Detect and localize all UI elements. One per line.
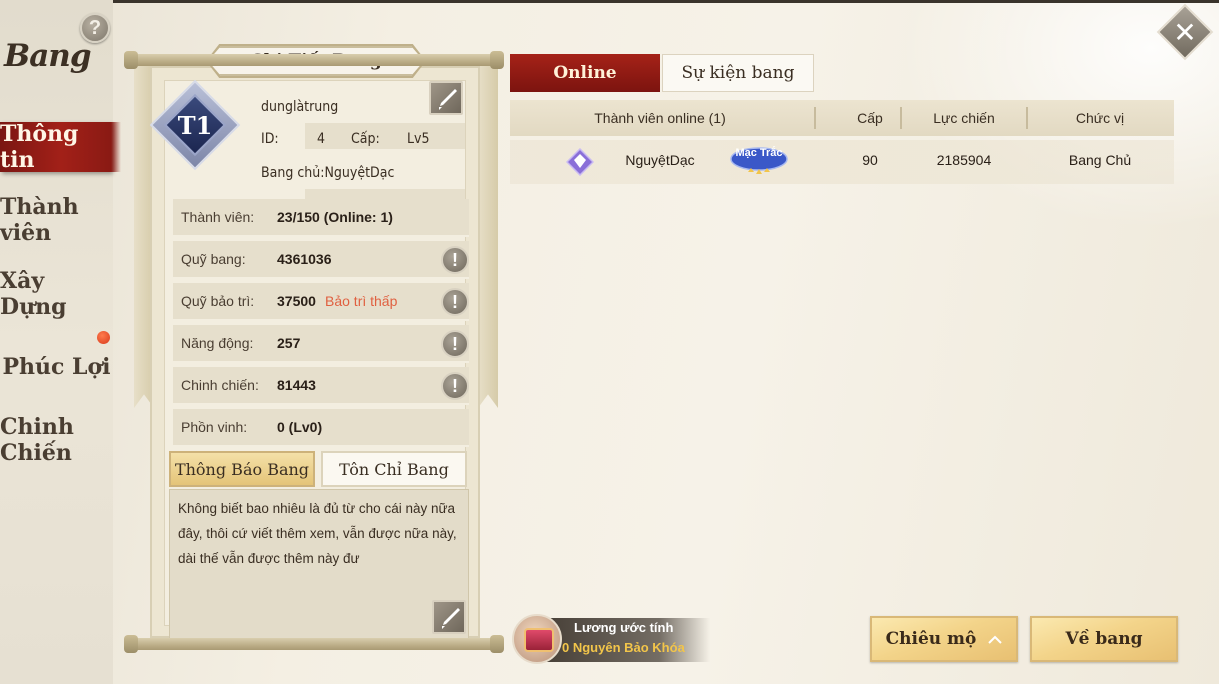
guild-name: dunglàtrung	[261, 99, 339, 115]
column-header-position: Chức vị	[1075, 110, 1125, 126]
sidebar-item-info[interactable]: Thông tin	[0, 121, 121, 173]
info-icon[interactable]: !	[441, 288, 469, 316]
member-name: NguyệtDạc	[625, 152, 695, 168]
scroll-flap-right	[478, 66, 498, 408]
member-position: Bang Chủ	[1068, 152, 1132, 168]
stat-row-fund: Quỹ bang: 4361036 !	[173, 241, 469, 279]
stat-value: 81443	[277, 377, 316, 393]
back-to-guild-button[interactable]: Về bang	[1030, 616, 1178, 662]
tab-online[interactable]: Online	[510, 54, 660, 92]
table-row[interactable]: NguyệtDạc Mạc Trắc 90 2185904 Bang Chủ	[510, 140, 1174, 184]
stat-row-activity: Năng động: 257 !	[173, 325, 469, 363]
detail-inner: T1 dunglàtrung ID: 4 Cấp: Lv5 Bang chủ:N…	[149, 79, 469, 639]
sidebar: Bang ? Thông tin Thành viên Xây Dựng Phú…	[0, 0, 121, 684]
stat-value: 23/150 (Online: 1)	[277, 209, 393, 225]
member-power: 2185904	[936, 152, 992, 168]
recruit-button[interactable]: Chiêu mộ	[870, 616, 1018, 662]
notification-dot	[97, 331, 110, 344]
tab-guild-notice[interactable]: Thông Báo Bang	[169, 451, 315, 487]
info-icon[interactable]: !	[441, 330, 469, 358]
maintenance-warning: Bảo trì thấp	[325, 293, 398, 309]
guild-id-label: ID:	[261, 131, 279, 147]
guild-emblem: T1	[149, 79, 241, 171]
column-header-power: Lực chiến	[933, 110, 995, 126]
scroll-rod-bottom	[124, 635, 504, 653]
top-strip	[0, 0, 1219, 3]
tab-guild-purpose[interactable]: Tôn Chỉ Bang	[321, 451, 467, 487]
members-table-header: Thành viên online (1) Cấp Lực chiến Chức…	[510, 100, 1174, 136]
stat-label: Năng động:	[181, 335, 254, 351]
sidebar-item-war[interactable]: Chinh Chiến	[0, 414, 113, 466]
guild-screen: Bang ? Thông tin Thành viên Xây Dựng Phú…	[0, 0, 1219, 684]
notice-text: Không biết bao nhiêu là đủ từ cho cái nà…	[178, 501, 457, 566]
sidebar-item-build[interactable]: Xây Dựng	[0, 268, 113, 320]
stat-label: Quỹ bang:	[181, 251, 246, 267]
stat-value: 37500	[277, 293, 316, 309]
tab-guild-events[interactable]: Sự kiện bang	[662, 54, 814, 92]
stat-row-prosperity: Phồn vinh: 0 (Lv0)	[173, 409, 469, 447]
scroll-rod-top	[124, 51, 504, 69]
emblem-text: T1	[177, 110, 213, 140]
stat-label: Chinh chiến:	[181, 377, 259, 393]
info-icon[interactable]: !	[441, 372, 469, 400]
edit-notice-icon[interactable]	[432, 600, 466, 634]
guild-leader: Bang chủ:NguyệtDạc	[261, 165, 395, 181]
sidebar-title: Bang	[4, 38, 92, 74]
notice-box: Không biết bao nhiêu là đủ từ cho cái nà…	[169, 489, 469, 639]
edit-name-icon[interactable]	[429, 81, 463, 115]
column-separator	[1026, 107, 1028, 129]
treasure-chest-icon	[512, 614, 562, 664]
guild-detail-scroll: T1 dunglàtrung ID: 4 Cấp: Lv5 Bang chủ:N…	[124, 44, 504, 654]
sidebar-item-members[interactable]: Thành viên	[0, 194, 113, 246]
stat-value: 0 (Lv0)	[277, 419, 323, 435]
stat-value: 4361036	[277, 251, 332, 267]
column-separator	[814, 107, 816, 129]
sidebar-item-welfare[interactable]: Phúc Lợi	[0, 342, 113, 392]
stat-label: Thành viên:	[181, 209, 255, 225]
info-icon[interactable]: !	[441, 246, 469, 274]
column-separator	[900, 107, 902, 129]
stat-label: Phồn vinh:	[181, 419, 248, 435]
column-header-member: Thành viên online (1)	[594, 110, 726, 126]
guild-level-value: Lv5	[407, 131, 430, 147]
help-icon[interactable]: ?	[80, 13, 110, 43]
title-badge-text: Mạc Trắc	[735, 147, 783, 159]
guild-name-bar	[305, 123, 465, 149]
stat-row-members: Thành viên: 23/150 (Online: 1)	[173, 199, 469, 237]
guild-level-label: Cấp:	[351, 131, 380, 147]
salary-value: 0 Nguyên Bảo Khóa	[562, 640, 685, 655]
guild-id-value: 4	[317, 131, 326, 147]
stat-row-war: Chinh chiến: 81443 !	[173, 367, 469, 405]
estimated-salary: Lương ước tính 0 Nguyên Bảo Khóa	[512, 614, 712, 664]
chevron-up-icon	[988, 635, 1003, 644]
detail-paper: T1 dunglàtrung ID: 4 Cấp: Lv5 Bang chủ:N…	[149, 66, 480, 639]
salary-label: Lương ước tính	[574, 620, 674, 635]
stat-label: Quỹ bảo trì:	[181, 293, 255, 309]
column-header-level: Cấp	[857, 110, 883, 126]
member-level: 90	[862, 152, 878, 168]
recruit-label: Chiêu mộ	[885, 629, 977, 649]
close-icon[interactable]: ✕	[1165, 12, 1205, 52]
member-class-icon	[566, 148, 594, 176]
stat-value: 257	[277, 335, 301, 351]
stat-row-maintenance: Quỹ bảo trì: 37500 Bảo trì thấp !	[173, 283, 469, 321]
chest-box	[524, 628, 554, 652]
